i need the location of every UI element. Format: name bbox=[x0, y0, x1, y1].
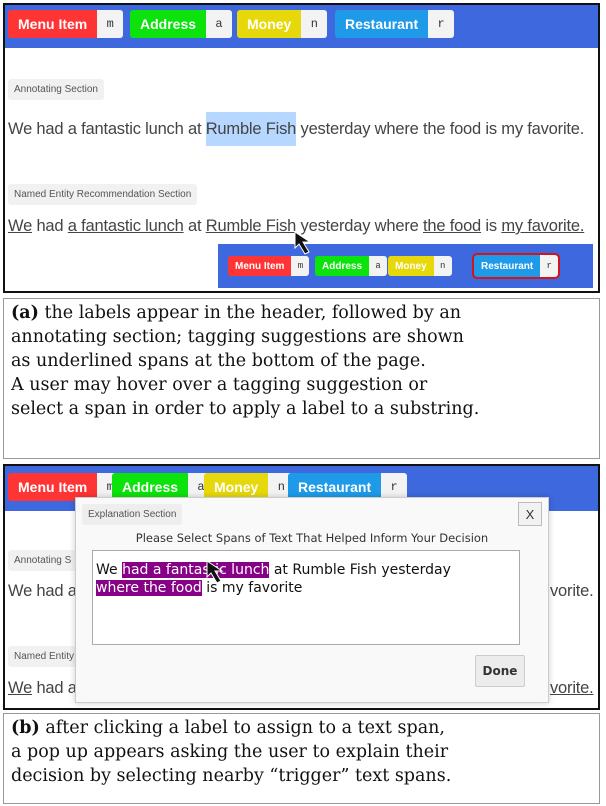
sentence-text: had bbox=[32, 217, 68, 235]
caption-line: (a) the labels appear in the header, fol… bbox=[11, 303, 462, 323]
caption-a: (a) the labels appear in the header, fol… bbox=[3, 298, 600, 459]
label-button-menu-item[interactable]: Menu Item m bbox=[8, 10, 124, 38]
label-hotkey: n bbox=[433, 256, 452, 276]
label-hotkey: m bbox=[97, 10, 124, 38]
label-button-restaurant[interactable]: Restaurant r bbox=[335, 10, 455, 38]
label-name: Menu Item bbox=[8, 10, 98, 38]
recommendation-section-tag: Named Entity bbox=[8, 646, 81, 667]
label-name: Restaurant bbox=[335, 10, 429, 38]
panel-a-screenshot: Menu Item m Address a Money n Restaurant… bbox=[3, 3, 600, 293]
caption-line: as underlined spans at the bottom of the… bbox=[11, 351, 426, 371]
sentence-text: yesterday where the food is my favorite. bbox=[296, 120, 585, 138]
suggestion-span[interactable]: a fantastic lunch bbox=[68, 217, 184, 235]
suggestion-span[interactable]: We bbox=[8, 217, 32, 235]
sentence-text: had a bbox=[32, 679, 77, 697]
caption-line: a pop up appears asking the user to expl… bbox=[11, 742, 449, 762]
panel-b-screenshot: Menu Item m Address a Money n Restaurant… bbox=[3, 464, 600, 710]
explanation-section-tag: Explanation Section bbox=[82, 504, 183, 525]
label-button-address[interactable]: Address a bbox=[315, 256, 388, 276]
recommendation-sentence-right[interactable]: vorite. bbox=[550, 679, 594, 698]
label-name: Address bbox=[130, 10, 207, 38]
explanation-text-area[interactable]: We had a fantastic lunch at Rumble Fish … bbox=[92, 550, 520, 645]
sentence-text: at bbox=[183, 217, 206, 235]
text-span[interactable]: We bbox=[96, 562, 122, 578]
label-button-money[interactable]: Money n bbox=[237, 10, 328, 38]
label-name: Address bbox=[315, 256, 370, 276]
explanation-modal: Explanation Section X Please Select Span… bbox=[75, 497, 549, 703]
annotating-section-tag: Annotating S bbox=[8, 550, 78, 571]
caption-line: select a span in order to apply a label … bbox=[11, 399, 480, 419]
annotating-section-tag: Annotating Section bbox=[8, 79, 104, 100]
suggestion-span[interactable]: We bbox=[8, 679, 32, 697]
suggestion-span[interactable]: the food bbox=[423, 217, 481, 235]
label-hotkey: m bbox=[291, 256, 310, 276]
selected-trigger-span[interactable]: had a fantastic lunch bbox=[122, 562, 270, 578]
label-hotkey: a bbox=[369, 256, 388, 276]
caption-marker: (a) bbox=[11, 303, 39, 323]
recommendation-sentence-left: We had a bbox=[8, 679, 77, 698]
recommendation-section-tag: Named Entity Recommendation Section bbox=[8, 184, 198, 205]
annotating-sentence-left: We had a bbox=[8, 582, 77, 600]
label-button-address[interactable]: Address a bbox=[130, 10, 233, 38]
caption-line: decision by selecting nearby “trigger” t… bbox=[11, 766, 452, 786]
sentence-text: is bbox=[481, 217, 502, 235]
selected-trigger-span[interactable]: where the food bbox=[96, 580, 202, 596]
label-hotkey: r bbox=[540, 255, 559, 277]
label-name: Menu Item bbox=[228, 256, 292, 276]
label-hotkey: r bbox=[428, 10, 455, 38]
annotating-sentence[interactable]: We had a fantastic lunch at Rumble Fish … bbox=[8, 112, 585, 146]
close-button[interactable]: X bbox=[518, 502, 542, 526]
suggestion-label-popup: Menu Item m Address a Money n Restaurant… bbox=[218, 244, 593, 288]
caption-line: A user may hover over a tagging suggesti… bbox=[11, 375, 428, 395]
sentence-text: We had a fantastic lunch at bbox=[8, 120, 206, 138]
label-name: Restaurant bbox=[474, 255, 541, 277]
label-hotkey: n bbox=[301, 10, 328, 38]
mouse-cursor-icon bbox=[206, 560, 224, 584]
done-button[interactable]: Done bbox=[475, 655, 525, 687]
text-span[interactable]: at Rumble Fish yesterday bbox=[269, 562, 451, 578]
caption-b: (b) after clicking a label to assign to … bbox=[3, 713, 600, 804]
explanation-prompt: Please Select Spans of Text That Helped … bbox=[135, 531, 489, 545]
caption-line: annotating section; tagging suggestions … bbox=[11, 327, 464, 347]
label-header: Menu Item m Address a Money n Restaurant… bbox=[5, 5, 598, 48]
label-button-menu-item[interactable]: Menu Item m bbox=[228, 256, 310, 276]
caption-marker: (b) bbox=[11, 718, 40, 738]
label-button-restaurant-selected[interactable]: Restaurant r bbox=[471, 253, 561, 279]
mouse-cursor-icon bbox=[294, 231, 312, 255]
label-name: Money bbox=[388, 256, 434, 276]
label-name: Money bbox=[237, 10, 302, 38]
suggestion-span[interactable]: Rumble Fish bbox=[206, 217, 297, 235]
suggestion-span[interactable]: my favorite. bbox=[501, 217, 584, 235]
selected-span[interactable]: Rumble Fish bbox=[205, 112, 296, 146]
annotating-sentence-right: vorite. bbox=[550, 582, 594, 600]
label-hotkey: a bbox=[206, 10, 233, 38]
label-button-money[interactable]: Money n bbox=[388, 256, 452, 276]
caption-line: (b) after clicking a label to assign to … bbox=[11, 718, 445, 738]
